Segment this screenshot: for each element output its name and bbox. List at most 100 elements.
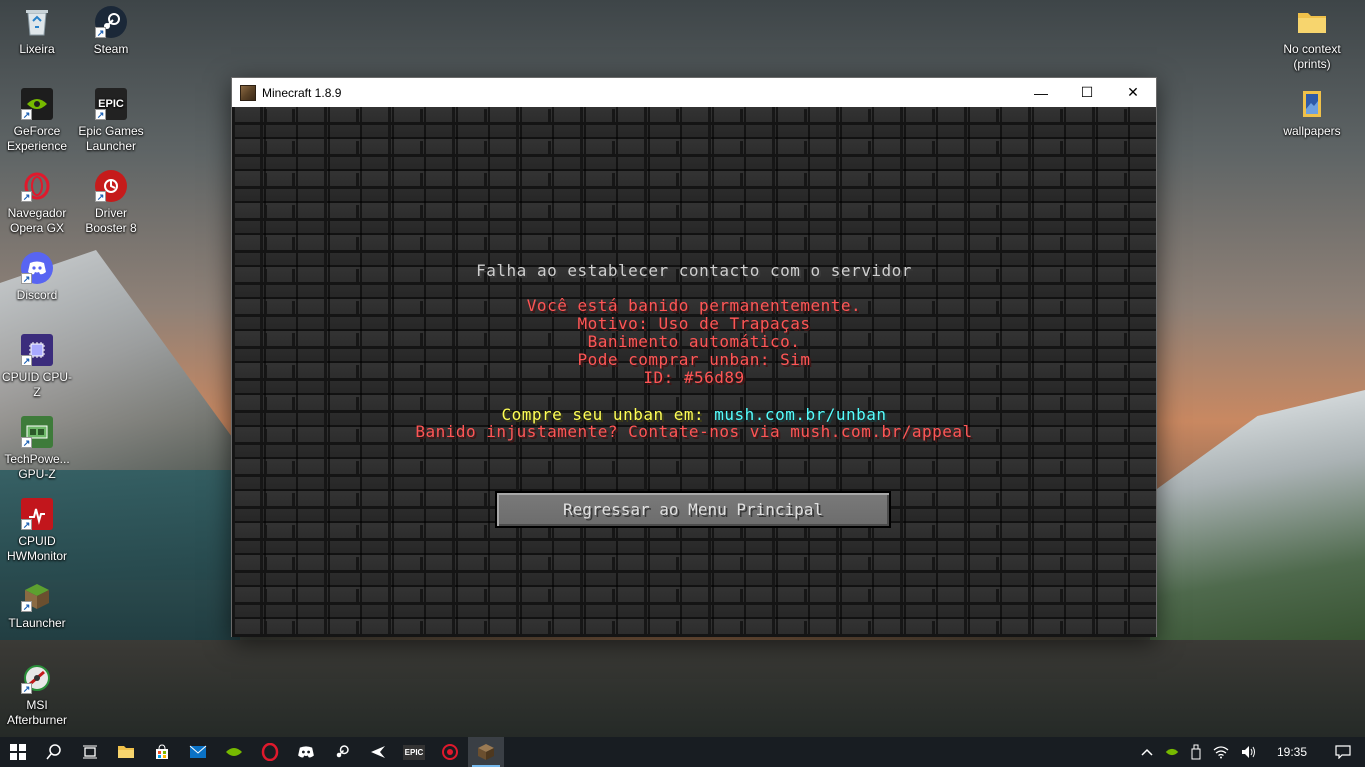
folder-icon xyxy=(1296,6,1328,38)
desktop-icon-discord[interactable]: ↗ Discord xyxy=(0,252,74,303)
desktop-icon-wallpapers[interactable]: wallpapers xyxy=(1272,88,1352,139)
desktop-icon-driver-booster[interactable]: ↗ Driver Booster 8 xyxy=(74,170,148,236)
start-button[interactable] xyxy=(0,737,36,767)
taskbar-minecraft[interactable] xyxy=(468,737,504,767)
cpuz-icon: ↗ xyxy=(21,334,53,366)
desktop-icon-label: GeForce Experience xyxy=(6,124,68,153)
volume-icon xyxy=(1241,746,1255,758)
tray-wifi[interactable] xyxy=(1207,737,1235,767)
store-icon xyxy=(156,744,168,759)
clock[interactable]: 19:35 xyxy=(1263,737,1321,767)
maximize-button[interactable]: ☐ xyxy=(1064,78,1110,107)
epic-icon: EPIC ↗ xyxy=(95,88,127,120)
driver-booster-icon xyxy=(442,744,458,760)
desktop-icon-label: wallpapers xyxy=(1283,124,1341,138)
desktop-icon-label: Discord xyxy=(16,288,58,302)
system-tray: 19:35 xyxy=(1135,737,1365,767)
tray-volume[interactable] xyxy=(1235,737,1263,767)
back-to-main-menu-button[interactable]: Regressar ao Menu Principal xyxy=(495,491,891,528)
opera-gx-icon xyxy=(261,743,279,761)
tlauncher-icon: ↗ xyxy=(21,580,53,612)
taskbar-geforce[interactable] xyxy=(216,737,252,767)
discord-icon xyxy=(298,746,314,758)
discord-icon: ↗ xyxy=(21,252,53,284)
desktop-icon-tlauncher[interactable]: ↗ TLauncher xyxy=(0,580,74,631)
taskbar-driver-booster[interactable] xyxy=(432,737,468,767)
search-button[interactable] xyxy=(36,737,72,767)
desktop-icon-opera-gx[interactable]: ↗ Navegador Opera GX xyxy=(0,170,74,236)
notification-icon xyxy=(1335,745,1351,759)
desktop-icon-label: No context (prints) xyxy=(1283,42,1341,71)
desktop-icon-label: CPUID HWMonitor xyxy=(6,534,67,563)
ban-line: Banimento automático. xyxy=(587,332,801,351)
hwmonitor-icon: ↗ xyxy=(21,498,53,530)
taskbar-afterburner[interactable] xyxy=(360,737,396,767)
recycle-bin-icon xyxy=(21,6,53,38)
appeal-line: Banido injustamente? Contate-nos via mus… xyxy=(415,422,973,441)
chevron-up-icon xyxy=(1141,748,1153,756)
show-hidden-icons-button[interactable] xyxy=(1135,737,1159,767)
minimize-icon: — xyxy=(1034,84,1048,101)
taskbar-file-explorer[interactable] xyxy=(108,737,144,767)
desktop-icon-gpuz[interactable]: ↗ TechPowe... GPU-Z xyxy=(0,416,74,482)
desktop-icon-label: TechPowe... GPU-Z xyxy=(4,452,70,481)
desktop-icon-label: CPUID CPU-Z xyxy=(1,370,72,399)
ban-line: Você está banido permanentemente. xyxy=(526,296,862,315)
wifi-icon xyxy=(1213,746,1229,759)
opera-gx-icon: ↗ xyxy=(21,170,53,202)
geforce-icon: ↗ xyxy=(21,88,53,120)
maximize-icon: ☐ xyxy=(1080,84,1094,100)
gpuz-icon: ↗ xyxy=(21,416,53,448)
usb-drive-icon xyxy=(1191,744,1201,760)
task-view-icon xyxy=(83,745,97,759)
close-button[interactable]: ✕ xyxy=(1110,78,1156,107)
wallpaper-mountain-right xyxy=(1150,390,1365,650)
taskbar-steam[interactable] xyxy=(324,737,360,767)
tray-usb[interactable] xyxy=(1185,737,1207,767)
taskbar-mail[interactable] xyxy=(180,737,216,767)
desktop-icon-lixeira[interactable]: Lixeira xyxy=(0,6,74,57)
desktop-icon-no-context[interactable]: No context (prints) xyxy=(1272,6,1352,72)
desktop-icon-epic[interactable]: EPIC ↗ Epic Games Launcher xyxy=(74,88,148,154)
ban-line: Pode comprar unban: Sim xyxy=(577,350,811,369)
minecraft-window[interactable]: Minecraft 1.8.9 — ☐ ✕ Falha ao establece… xyxy=(231,77,1157,637)
desktop-icon-label: MSI Afterburner xyxy=(6,698,68,727)
game-screen: Falha ao establecer contacto com o servi… xyxy=(232,107,1156,637)
afterburner-icon: ↗ xyxy=(21,662,53,694)
desktop-icon-label: TLauncher xyxy=(8,616,66,630)
close-icon: ✕ xyxy=(1127,84,1139,100)
file-explorer-icon xyxy=(118,746,134,758)
tray-geforce[interactable] xyxy=(1159,737,1185,767)
ban-line: Motivo: Uso de Trapaças xyxy=(577,314,811,333)
desktop-icon-hwmonitor[interactable]: ↗ CPUID HWMonitor xyxy=(0,498,74,564)
window-titlebar[interactable]: Minecraft 1.8.9 — ☐ ✕ xyxy=(232,78,1156,107)
search-icon xyxy=(46,744,61,760)
desktop-icon-afterburner[interactable]: ↗ MSI Afterburner xyxy=(0,662,74,728)
desktop-icon-label: Steam xyxy=(93,42,129,56)
window-controls: — ☐ ✕ xyxy=(1018,78,1156,107)
taskbar-store[interactable] xyxy=(144,737,180,767)
minecraft-app-icon xyxy=(240,84,256,101)
desktop-icon-steam[interactable]: ↗ Steam xyxy=(74,6,148,57)
folder-icon xyxy=(1296,88,1328,120)
task-view-button[interactable] xyxy=(72,737,108,767)
minimize-button[interactable]: — xyxy=(1018,78,1064,107)
taskbar: EPIC 19:35 xyxy=(0,737,1365,767)
desktop-icon-cpuz[interactable]: ↗ CPUID CPU-Z xyxy=(0,334,74,400)
desktop-icon-geforce[interactable]: ↗ GeForce Experience xyxy=(0,88,74,154)
geforce-icon xyxy=(1165,748,1179,756)
desktop-icon-label: Epic Games Launcher xyxy=(78,124,144,153)
disconnect-heading: Falha ao establecer contacto com o servi… xyxy=(476,261,912,280)
driver-booster-icon: ↗ xyxy=(95,170,127,202)
taskbar-epic[interactable]: EPIC xyxy=(396,737,432,767)
desktop-icon-label: Navegador Opera GX xyxy=(7,206,67,235)
minecraft-icon xyxy=(478,744,494,760)
windows-logo-icon xyxy=(10,744,26,760)
wallpaper-ground xyxy=(0,640,1365,737)
taskbar-opera-gx[interactable] xyxy=(252,737,288,767)
desktop-icon-label: Driver Booster 8 xyxy=(85,206,137,235)
window-title: Minecraft 1.8.9 xyxy=(262,85,342,100)
taskbar-discord[interactable] xyxy=(288,737,324,767)
ban-line: ID: #56d89 xyxy=(643,368,745,387)
action-center-button[interactable] xyxy=(1321,737,1365,767)
